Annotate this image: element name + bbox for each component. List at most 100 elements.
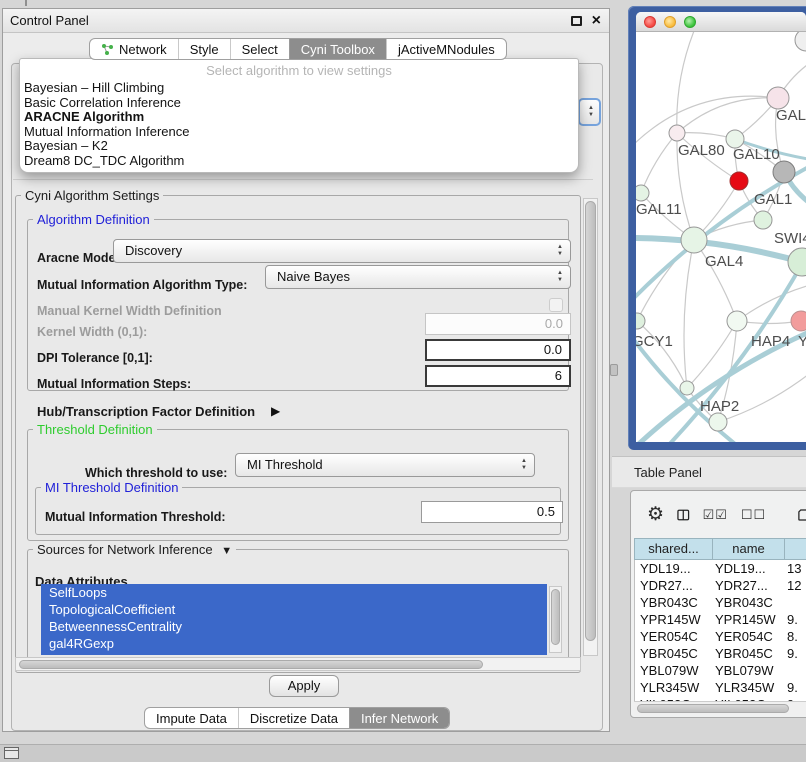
attribute-item[interactable]: TopologicalCoefficient bbox=[41, 601, 547, 618]
restore-panel-icon[interactable] bbox=[4, 747, 19, 759]
scrollbar-thumb[interactable] bbox=[637, 704, 789, 713]
algorithm-option[interactable]: Mutual Information Inference bbox=[20, 125, 578, 140]
tab-impute-data[interactable]: Impute Data bbox=[145, 708, 238, 728]
table-cell: YLR345W bbox=[635, 679, 713, 696]
scrollbar-thumb[interactable] bbox=[585, 201, 596, 641]
tab-jactivemnodules[interactable]: jActiveMNodules bbox=[386, 39, 506, 59]
tab-network[interactable]: Network bbox=[90, 39, 178, 59]
network-node-gal[interactable] bbox=[767, 87, 789, 109]
mi-threshold-label: Mutual Information Threshold: bbox=[45, 509, 226, 525]
network-node-hap4[interactable] bbox=[727, 311, 747, 331]
tab-label: jActiveMNodules bbox=[398, 42, 495, 57]
node-label: GAL1 bbox=[754, 191, 792, 208]
network-node-gal80[interactable] bbox=[669, 125, 685, 141]
expand-arrow-icon[interactable]: ▶ bbox=[271, 404, 280, 418]
aracne-mode-select[interactable]: Discovery ▲▼ bbox=[113, 239, 571, 263]
network-node-gal4[interactable] bbox=[681, 227, 707, 253]
table-row[interactable]: YBR043CYBR043C bbox=[635, 594, 806, 611]
network-node[interactable] bbox=[709, 413, 727, 431]
tab-discretize-data[interactable]: Discretize Data bbox=[238, 708, 349, 728]
table-cell: YPR145W bbox=[713, 611, 785, 628]
mi-threshold-input[interactable]: 0.5 bbox=[421, 501, 563, 523]
algorithm-option[interactable]: Bayesian – K2 bbox=[20, 139, 578, 154]
tab-style[interactable]: Style bbox=[178, 39, 230, 59]
node-label: HAP2 bbox=[700, 398, 739, 415]
table-cell: YPR145W bbox=[635, 611, 713, 628]
algorithm-option[interactable]: Bayesian – Hill Climbing bbox=[20, 81, 578, 96]
attributes-scrollbar[interactable] bbox=[549, 586, 562, 653]
algorithm-option[interactable]: ARACNE Algorithm bbox=[20, 110, 578, 125]
float-panel-icon[interactable] bbox=[571, 16, 582, 26]
algorithm-option[interactable]: Dream8 DC_TDC Algorithm bbox=[20, 154, 578, 169]
algorithm-select-fragment[interactable]: ▲▼ bbox=[578, 98, 601, 126]
tab-label: Network bbox=[119, 42, 167, 57]
close-panel-icon[interactable]: × bbox=[592, 9, 601, 32]
columns-icon[interactable] bbox=[677, 506, 690, 524]
scrollbar-thumb[interactable] bbox=[19, 660, 483, 669]
network-node-y[interactable] bbox=[791, 311, 806, 331]
table-row[interactable]: YDR27...YDR27...12 bbox=[635, 577, 806, 594]
algorithm-option[interactable]: Basic Correlation Inference bbox=[20, 96, 578, 111]
table-row[interactable]: YPR145WYPR145W9. bbox=[635, 611, 806, 628]
zoom-window-icon[interactable] bbox=[684, 16, 696, 28]
sources-group-title: Sources for Network Inference ▼ bbox=[33, 542, 236, 557]
network-node[interactable] bbox=[773, 161, 795, 183]
tab-label: Infer Network bbox=[361, 711, 438, 726]
network-canvas[interactable]: GALGAL80GAL10GAL11GAL1SWI4GAL4GCY1HAP4YH… bbox=[636, 32, 806, 442]
attribute-item[interactable]: gal4RGexp bbox=[41, 635, 547, 652]
table-cell: YDR27... bbox=[635, 577, 713, 594]
table-horizontal-scrollbar[interactable] bbox=[634, 701, 806, 715]
tab-label: Style bbox=[190, 42, 219, 57]
network-edge[interactable] bbox=[684, 240, 694, 388]
tab-cyni-toolbox[interactable]: Cyni Toolbox bbox=[289, 39, 386, 59]
settings-vertical-scrollbar[interactable] bbox=[583, 198, 598, 656]
select-all-checkboxes-icon[interactable]: ☑☑ bbox=[703, 507, 728, 523]
table-row[interactable]: YBL079WYBL079W bbox=[635, 662, 806, 679]
table-row[interactable]: YER054CYER054C8. bbox=[635, 628, 806, 645]
table-row[interactable]: YBR045CYBR045C9. bbox=[635, 645, 806, 662]
scrollbar-thumb[interactable] bbox=[551, 589, 560, 645]
network-node-gal11[interactable] bbox=[636, 185, 649, 201]
network-edge[interactable] bbox=[641, 133, 677, 193]
network-node-swi4[interactable] bbox=[788, 248, 806, 276]
minimize-window-icon[interactable] bbox=[664, 16, 676, 28]
deselect-all-checkboxes-icon[interactable]: ☐☐ bbox=[741, 507, 766, 523]
network-icon bbox=[101, 43, 114, 56]
tab-infer-network[interactable]: Infer Network bbox=[349, 708, 449, 728]
apply-button[interactable]: Apply bbox=[269, 675, 339, 697]
network-window-titlebar[interactable] bbox=[636, 12, 806, 32]
network-edge[interactable] bbox=[677, 32, 696, 133]
column-header-clipped[interactable] bbox=[784, 538, 806, 560]
algorithm-dropdown: Select algorithm to view settings Bayesi… bbox=[19, 58, 579, 173]
kernel-width-input[interactable]: 0.0 bbox=[425, 313, 571, 335]
table-row[interactable]: YLR345WYLR345W9. bbox=[635, 679, 806, 696]
attribute-item[interactable]: SelfLoops bbox=[41, 584, 547, 601]
table-cell: YBR045C bbox=[713, 645, 785, 662]
network-node-hap2[interactable] bbox=[680, 381, 694, 395]
close-window-icon[interactable] bbox=[644, 16, 656, 28]
network-edge[interactable] bbox=[636, 237, 637, 321]
network-node[interactable] bbox=[795, 32, 806, 51]
manual-kernel-checkbox[interactable] bbox=[549, 298, 563, 312]
panel-splitter-handle[interactable] bbox=[610, 364, 618, 376]
gear-icon[interactable]: ⚙ bbox=[647, 505, 664, 525]
collapse-arrow-icon[interactable]: ▼ bbox=[221, 545, 232, 557]
mi-type-select[interactable]: Naive Bayes ▲▼ bbox=[265, 265, 571, 289]
column-header-shared-name[interactable]: shared... bbox=[634, 538, 712, 560]
attribute-item[interactable]: BetweennessCentrality bbox=[41, 618, 547, 635]
mi-steps-input[interactable]: 6 bbox=[425, 365, 571, 387]
table-cell: YDL19... bbox=[713, 560, 785, 577]
network-node[interactable] bbox=[730, 172, 748, 190]
which-threshold-select[interactable]: MI Threshold ▲▼ bbox=[235, 453, 535, 477]
kernel-width-label: Kernel Width (0,1): bbox=[37, 324, 147, 340]
table-row[interactable]: YDL19...YDL19...13 bbox=[635, 560, 806, 577]
table-cell: 9. bbox=[785, 645, 806, 662]
dpi-tolerance-input[interactable]: 0.0 bbox=[425, 339, 571, 361]
settings-horizontal-scrollbar[interactable] bbox=[15, 657, 581, 671]
network-node-gal1[interactable] bbox=[754, 211, 772, 229]
data-attributes-list[interactable]: SelfLoopsTopologicalCoefficientBetweenne… bbox=[41, 584, 547, 655]
column-header-name[interactable]: name bbox=[712, 538, 784, 560]
panel-separator bbox=[13, 179, 593, 180]
tab-select[interactable]: Select bbox=[230, 39, 289, 59]
function-builder-icon[interactable] bbox=[797, 505, 806, 525]
